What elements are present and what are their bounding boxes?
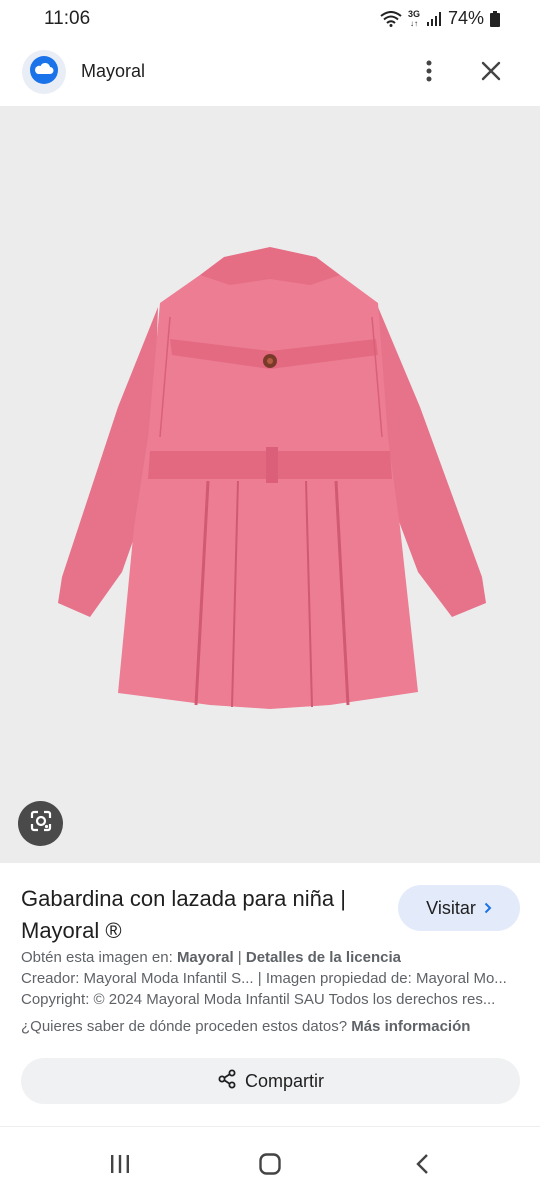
image-preview[interactable]: [0, 107, 540, 863]
copyright-line: Copyright: © 2024 Mayoral Moda Infantil …: [21, 991, 496, 1008]
home-icon: [259, 1152, 281, 1180]
result-info: Gabardina con lazada para niña | Mayoral…: [0, 863, 540, 1125]
google-lens-button[interactable]: [18, 801, 63, 846]
more-info-link[interactable]: Más información: [351, 1018, 470, 1035]
data-source-question: ¿Quieres saber de dónde proceden estos d…: [21, 1018, 471, 1035]
chevron-right-icon: [484, 898, 492, 919]
product-image: [58, 247, 486, 709]
wifi-icon: [380, 10, 402, 27]
share-icon: [217, 1069, 237, 1094]
more-options-button[interactable]: [412, 56, 446, 90]
home-button[interactable]: [250, 1151, 290, 1181]
status-bar: 11:06 3G ↓↑ 74%: [0, 0, 540, 40]
visit-label: Visitar: [426, 897, 476, 918]
close-button[interactable]: [474, 56, 508, 90]
status-time: 11:06: [44, 8, 91, 29]
back-icon: [415, 1153, 429, 1180]
status-icons: 3G ↓↑ 74%: [380, 8, 500, 29]
close-icon: [481, 61, 501, 86]
back-button[interactable]: [402, 1151, 442, 1181]
site-logo[interactable]: [22, 50, 66, 94]
site-name[interactable]: Mayoral: [81, 61, 145, 82]
battery-level: 74%: [447, 8, 484, 28]
source-site-link[interactable]: Mayoral: [177, 949, 234, 966]
recent-apps-button[interactable]: [100, 1151, 140, 1181]
signal-icon: [426, 11, 442, 27]
visit-button[interactable]: Visitar: [398, 885, 520, 931]
site-header: Mayoral: [0, 40, 540, 107]
share-button[interactable]: Compartir: [21, 1058, 520, 1104]
google-lens-icon: [29, 809, 53, 838]
battery-icon: [490, 10, 500, 27]
result-title[interactable]: Gabardina con lazada para niña | Mayoral…: [21, 883, 381, 947]
cloud-icon: [29, 55, 59, 90]
share-label: Compartir: [244, 1070, 324, 1091]
creator-line: Creador: Mayoral Moda Infantil S... | Im…: [21, 970, 507, 987]
network-type: 3G ↓↑: [407, 8, 420, 28]
system-nav-bar: [0, 1126, 540, 1201]
image-source-line: Obtén esta imagen en: Mayoral | Detalles…: [21, 949, 401, 966]
more-vert-icon: [426, 60, 432, 87]
recent-apps-icon: [109, 1154, 131, 1179]
license-details-link[interactable]: Detalles de la licencia: [246, 949, 401, 966]
